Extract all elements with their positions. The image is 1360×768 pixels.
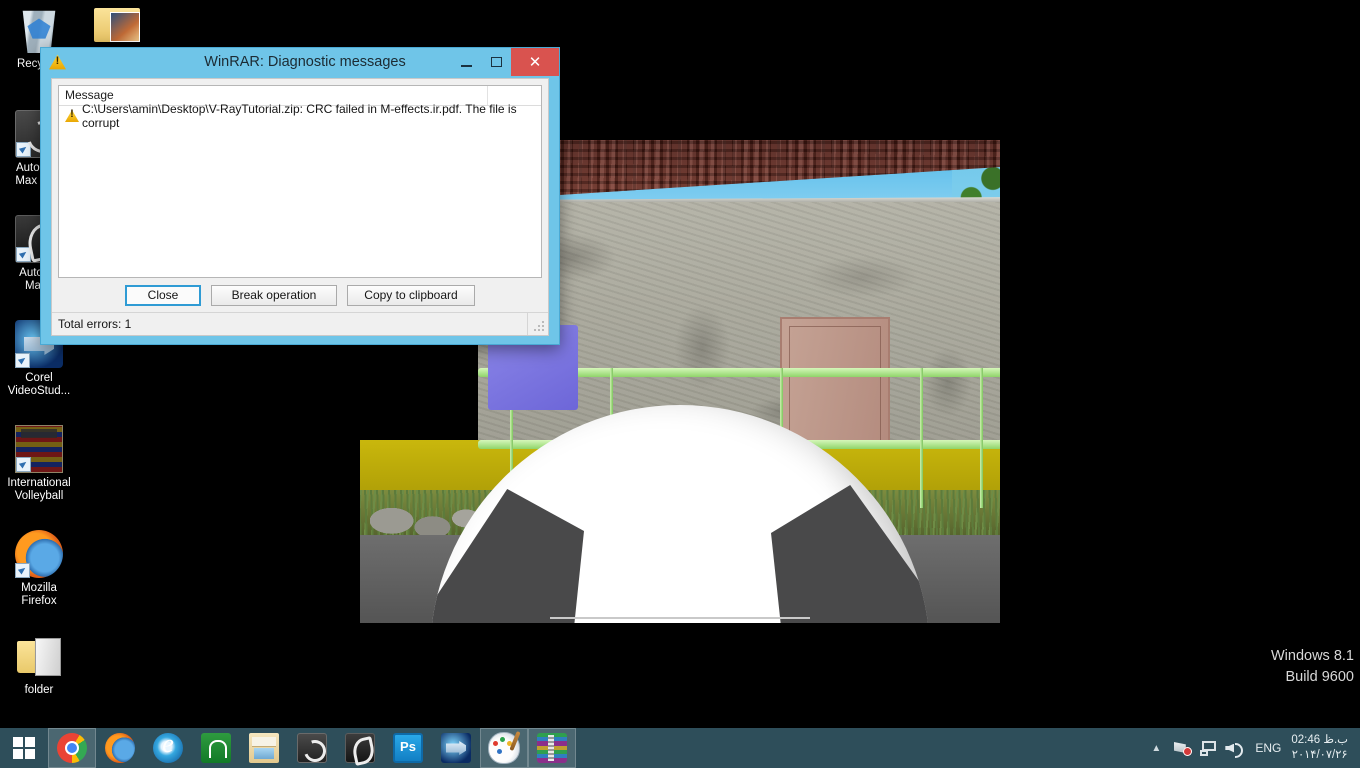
show-hidden-icons-caret[interactable]: ▲ <box>1143 728 1169 768</box>
message-list[interactable]: Message C:\Users\amin\Desktop\V-RayTutor… <box>58 85 542 278</box>
warning-icon <box>49 52 66 71</box>
autodesk-maya-icon <box>345 733 375 763</box>
taskbar-item-photoshop[interactable] <box>384 728 432 768</box>
desktop-icon-international-volleyball[interactable]: International Volleyball <box>3 425 75 503</box>
dialog-titlebar[interactable]: WinRAR: Diagnostic messages ✕ <box>41 48 559 76</box>
taskbar-item-mozilla-firefox[interactable] <box>96 728 144 768</box>
render-railing-post <box>980 368 983 508</box>
network-status-icon[interactable] <box>1169 728 1195 768</box>
taskbar[interactable]: ▲ ENG 02:46 ب.ظ ۲۰۱۴/۰۷/۲۶ <box>0 728 1360 768</box>
desktop-icon-label: Corel <box>25 372 53 384</box>
action-center-icon[interactable] <box>1195 728 1221 768</box>
clock-date: ۲۰۱۴/۰۷/۲۶ <box>1291 749 1348 761</box>
watermark-line-2: Build 9600 <box>1285 669 1354 685</box>
taskbar-item-paint[interactable] <box>480 728 528 768</box>
mozilla-firefox-icon <box>15 530 63 578</box>
resize-grip[interactable] <box>533 320 545 332</box>
folder-icon <box>15 632 63 680</box>
desktop-icon-pictures-folder[interactable] <box>82 0 154 52</box>
desktop-icon-label-2: Firefox <box>21 595 57 607</box>
volume-icon[interactable] <box>1221 728 1247 768</box>
paint-palette-icon <box>488 732 520 764</box>
taskbar-item-internet-explorer[interactable] <box>144 728 192 768</box>
shortcut-arrow-icon <box>15 353 30 368</box>
firefox-icon <box>105 733 135 763</box>
dialog-statusbar: Total errors: 1 <box>52 312 548 335</box>
start-button[interactable] <box>0 728 48 768</box>
shortcut-arrow-icon <box>16 142 31 157</box>
desktop-icon-label: International <box>7 477 71 489</box>
close-window-button[interactable]: ✕ <box>511 48 559 76</box>
desktop-icon-label-2: Volleyball <box>14 490 64 502</box>
message-row[interactable]: C:\Users\amin\Desktop\V-RayTutorial.zip:… <box>59 102 541 130</box>
desktop[interactable]: Recycl... Autode... Max 20... Autod... M… <box>0 0 1360 728</box>
taskbar-item-google-chrome[interactable] <box>48 728 96 768</box>
corel-videostudio-icon <box>441 733 471 763</box>
maximize-button[interactable] <box>481 48 511 76</box>
dialog-body: Message C:\Users\amin\Desktop\V-RayTutor… <box>51 78 549 336</box>
windows-logo-icon <box>13 737 35 759</box>
copy-to-clipboard-button[interactable]: Copy to clipboard <box>347 284 475 306</box>
store-icon <box>201 733 231 763</box>
taskbar-item-winrar[interactable] <box>528 728 576 768</box>
desktop-icon-label: Mozilla <box>21 582 57 594</box>
taskbar-item-3ds-max[interactable] <box>288 728 336 768</box>
clock[interactable]: 02:46 ب.ظ ۲۰۱۴/۰۷/۲۶ <box>1289 733 1354 763</box>
internet-explorer-icon <box>153 729 183 763</box>
ball-seam <box>550 617 810 619</box>
folder-explorer-icon <box>249 733 279 763</box>
close-button[interactable]: Close <box>125 284 201 306</box>
watermark-line-1: Windows 8.1 <box>1270 648 1354 664</box>
window-controls[interactable]: ✕ <box>451 48 559 76</box>
winrar-diagnostic-dialog[interactable]: WinRAR: Diagnostic messages ✕ Message C:… <box>40 47 560 345</box>
status-separator <box>527 313 528 335</box>
windows-activation-watermark: Windows 8.1 Build 9600 <box>1271 646 1354 688</box>
minimize-button[interactable] <box>451 48 481 76</box>
taskbar-item-maya[interactable] <box>336 728 384 768</box>
photoshop-icon <box>393 733 423 763</box>
autodesk-3ds-max-icon <box>297 733 327 763</box>
shortcut-arrow-icon <box>15 563 30 578</box>
winrar-books-icon <box>537 733 567 763</box>
international-volleyball-icon <box>15 425 63 473</box>
system-tray[interactable]: ▲ ENG 02:46 ب.ظ ۲۰۱۴/۰۷/۲۶ <box>1143 728 1360 768</box>
dialog-button-row: Close Break operation Copy to clipboard <box>52 278 548 312</box>
chrome-icon <box>57 733 87 763</box>
break-operation-button[interactable]: Break operation <box>211 284 337 306</box>
desktop-icon-label: folder <box>24 684 54 696</box>
desktop-icon-firefox[interactable]: Mozilla Firefox <box>3 530 75 608</box>
total-errors-status: Total errors: 1 <box>58 317 132 331</box>
clock-time: 02:46 ب.ظ <box>1291 734 1348 746</box>
taskbar-item-file-explorer[interactable] <box>240 728 288 768</box>
taskbar-item-corel-videostudio[interactable] <box>432 728 480 768</box>
language-indicator[interactable]: ENG <box>1247 741 1289 755</box>
desktop-icon-label-2: VideoStud... <box>7 385 71 397</box>
message-text: C:\Users\amin\Desktop\V-RayTutorial.zip:… <box>82 102 517 130</box>
shortcut-arrow-icon <box>16 457 31 472</box>
desktop-icon-folder[interactable]: folder <box>3 632 75 697</box>
warning-icon <box>65 105 79 124</box>
folder-pictures-icon <box>94 0 142 48</box>
taskbar-item-windows-store[interactable] <box>192 728 240 768</box>
render-railing-post <box>920 368 923 508</box>
shortcut-arrow-icon <box>16 247 31 262</box>
